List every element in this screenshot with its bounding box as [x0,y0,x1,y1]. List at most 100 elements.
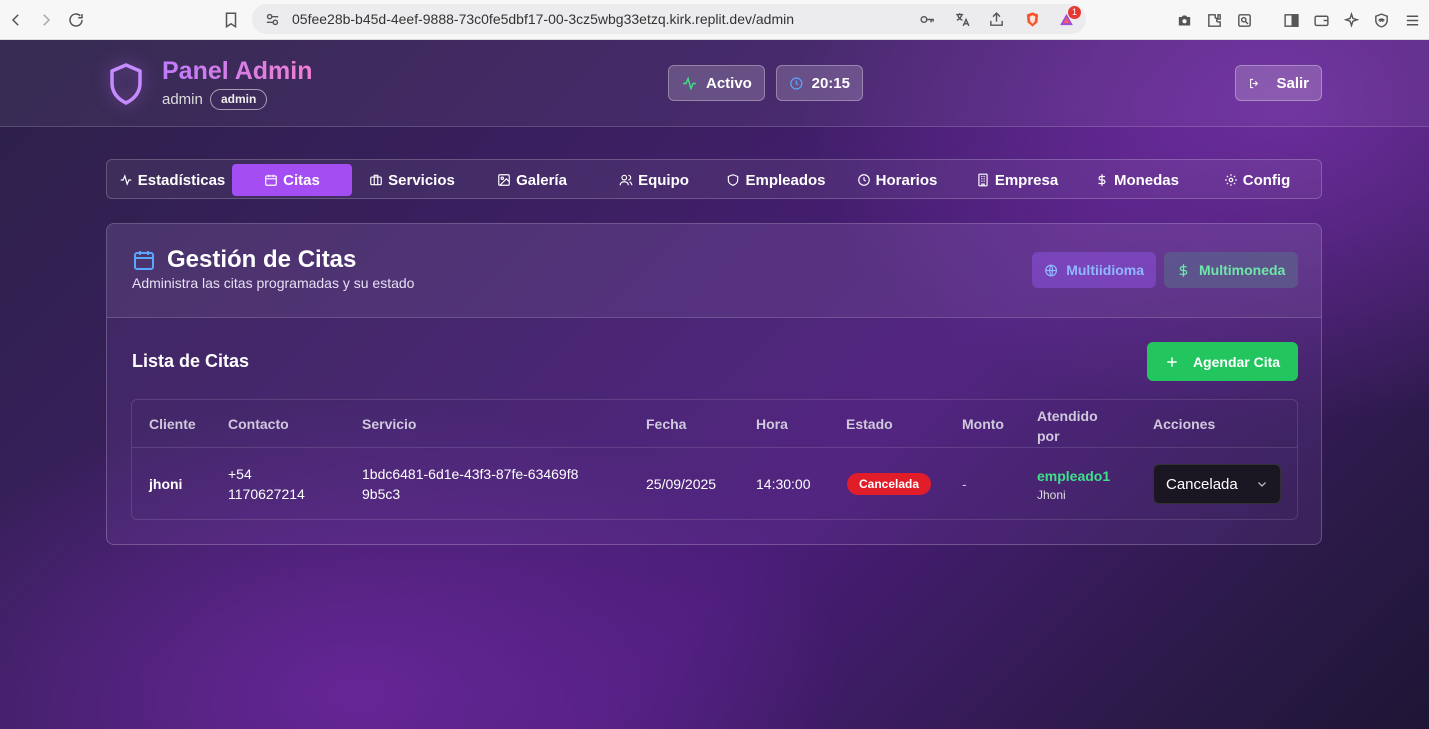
cell-fecha: 25/09/2025 [646,476,717,492]
section-title: Gestión de Citas [167,246,357,273]
admin-app: Panel Admin admin admin Activo 20:15 Sal… [0,40,1429,729]
column-header: Atendido por [1037,408,1098,444]
logout-label: Salir [1276,74,1309,92]
appointments-card: Gestión de Citas Administra las citas pr… [106,223,1322,545]
app-title: Panel Admin [162,57,313,85]
tab-estadisticas[interactable]: Estadísticas [112,164,232,196]
column-header: Contacto [228,416,289,432]
main-tabs: Estadísticas Citas Servicios Galería Equ… [106,159,1322,199]
status-select[interactable]: Cancelada [1153,464,1281,504]
activity-icon [120,174,131,186]
shield-logo-icon [110,63,142,105]
rewards-badge: 1 [1068,6,1081,19]
cell-contacto: +54 1170627214 [228,466,305,502]
brave-shield-icon[interactable] [1022,9,1042,29]
plus-icon [1167,356,1177,367]
tab-galeria[interactable]: Galería [472,164,592,196]
add-appointment-label: Agendar Cita [1192,353,1281,370]
cell-cliente: jhoni [149,476,183,492]
calendar-icon [265,174,277,186]
translate-icon[interactable] [952,9,972,29]
tab-label: Empresa [994,171,1059,189]
tab-equipo[interactable]: Equipo [594,164,714,196]
appointments-table: Cliente Contacto Servicio Fecha Hora Est… [131,399,1298,520]
building-icon [978,173,988,187]
clock-icon [857,174,870,186]
tab-empleados[interactable]: Empleados [715,164,837,196]
tab-label: Monedas [1113,171,1179,189]
status-badge: Cancelada [847,473,932,495]
tab-label: Citas [283,171,320,189]
status-indicator: Activo [668,65,765,101]
reload-icon[interactable] [64,8,88,32]
tab-label: Horarios [875,171,938,189]
cell-monto: - [962,476,967,492]
list-title: Lista de Citas [132,351,250,371]
share-icon[interactable] [986,9,1006,29]
tab-monedas[interactable]: Monedas [1077,164,1197,196]
site-settings-icon[interactable] [262,9,282,29]
cell-hora: 14:30:00 [756,476,811,492]
app-header: Panel Admin admin admin Activo 20:15 Sal… [0,40,1429,127]
logout-icon [1250,78,1259,88]
tab-label: Servicios [388,171,455,189]
multicurrency-label: Multimoneda [1199,262,1286,278]
dollar-icon [1179,263,1188,277]
globe-icon [1045,264,1058,276]
tab-label: Galería [516,171,567,189]
logout-button[interactable]: Salir [1235,65,1322,101]
multilanguage-label: Multiidioma [1066,262,1144,278]
tab-label: Estadísticas [137,171,226,189]
section-subtitle: Administra las citas programadas y su es… [132,275,415,291]
browser-toolbar: 05fee28b-b45d-4eef-9888-73c0fe5dbf17-00-… [0,0,1429,40]
reader-icon[interactable] [1234,10,1254,30]
column-header: Estado [846,416,893,432]
tab-config[interactable]: Config [1197,164,1317,196]
tab-label: Config [1242,171,1291,189]
address-bar[interactable]: 05fee28b-b45d-4eef-9888-73c0fe5dbf17-00-… [252,4,1086,34]
camera-icon[interactable] [1174,10,1194,30]
briefcase-icon [370,174,382,186]
back-icon[interactable] [4,8,28,32]
wallet-icon[interactable] [1311,10,1331,30]
url-text[interactable]: 05fee28b-b45d-4eef-9888-73c0fe5dbf17-00-… [292,11,794,27]
extensions-icon[interactable] [1204,10,1224,30]
vpn-icon[interactable] [1371,10,1391,30]
tab-servicios[interactable]: Servicios [352,164,472,196]
employee-name: Jhoni [1037,488,1066,502]
tab-horarios[interactable]: Horarios [837,164,957,196]
chevron-down-icon [1258,482,1266,487]
forward-icon[interactable] [34,8,58,32]
tab-label: Empleados [745,171,826,189]
tab-empresa[interactable]: Empresa [957,164,1077,196]
multicurrency-button[interactable]: Multimoneda [1164,252,1298,288]
column-header: Acciones [1153,416,1216,432]
card-header: Gestión de Citas Administra las citas pr… [107,224,1321,318]
gear-icon [1224,174,1237,186]
add-appointment-button[interactable]: Agendar Cita [1147,342,1298,381]
user-name: admin [162,91,203,108]
clock-icon [790,76,803,90]
activity-icon [683,75,696,91]
tab-citas[interactable]: Citas [232,164,352,196]
multilanguage-button[interactable]: Multiidioma [1032,252,1156,288]
status-label: Activo [706,74,752,92]
menu-icon[interactable] [1402,10,1422,30]
leo-ai-icon[interactable] [1341,10,1361,30]
tab-label: Equipo [638,171,689,189]
bookmark-icon[interactable] [219,8,243,32]
column-header: Hora [756,416,788,432]
column-header: Fecha [646,416,687,432]
image-icon [498,174,510,186]
employee-username[interactable]: empleado1 [1037,466,1110,486]
column-header: Cliente [149,416,196,432]
role-badge: admin [210,89,268,110]
calendar-icon [134,251,154,270]
table-header: Cliente Contacto Servicio Fecha Hora Est… [132,400,1297,448]
sidebar-icon[interactable] [1281,10,1301,30]
column-header: Monto [962,416,1004,432]
key-icon[interactable] [917,9,937,29]
status-select-value: Cancelada [1166,475,1238,493]
clock-indicator: 20:15 [776,65,863,101]
clock-time: 20:15 [811,74,850,92]
